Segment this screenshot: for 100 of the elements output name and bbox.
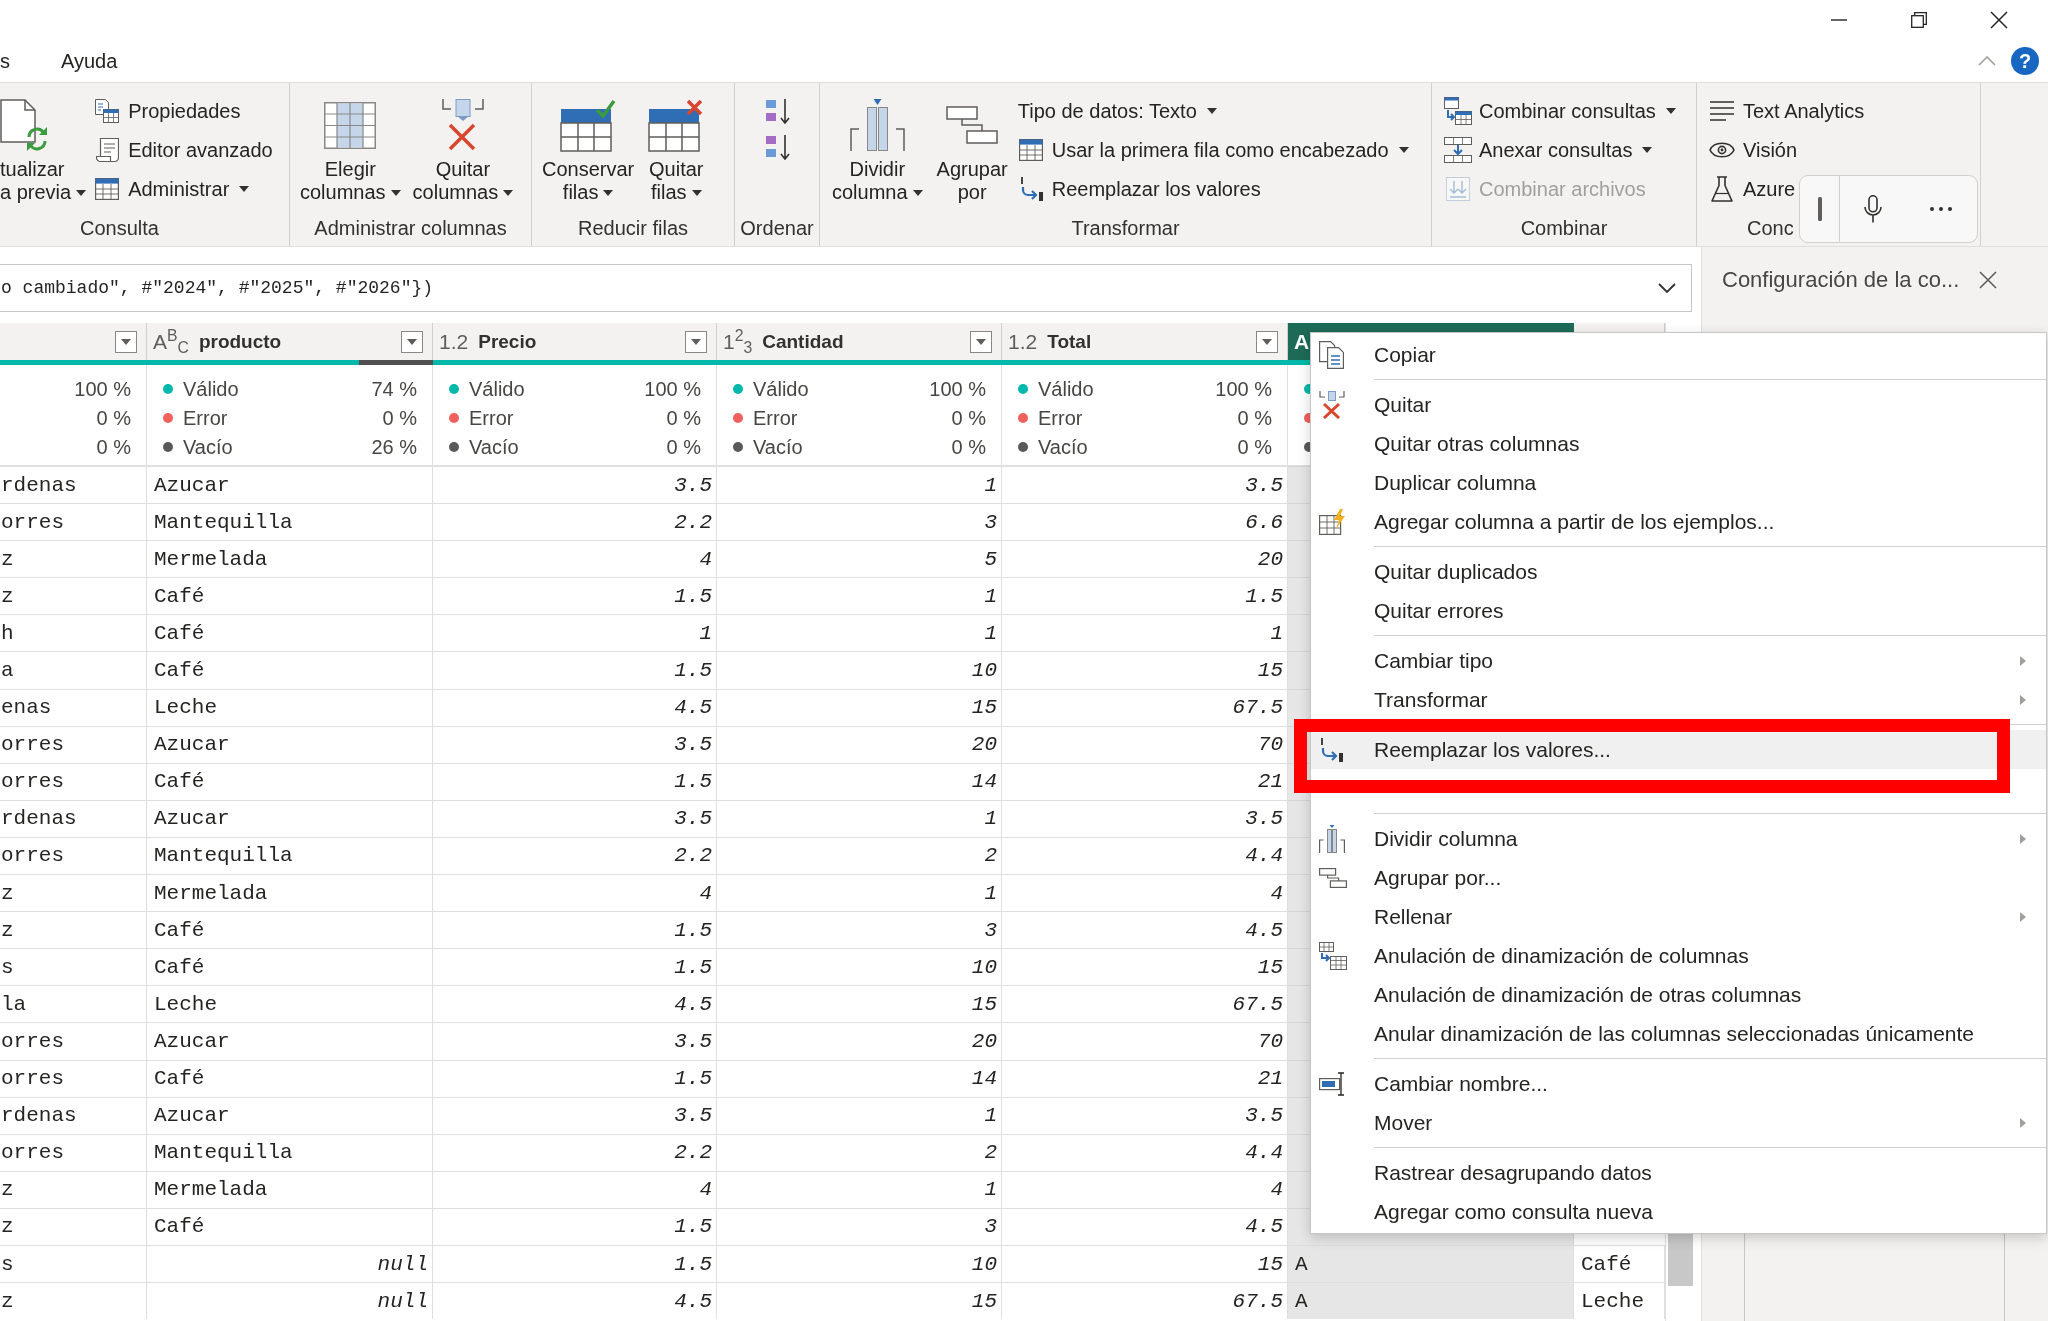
text-lines-icon — [1710, 100, 1734, 121]
menu-item[interactable]: Rastrear desagrupando datos — [1311, 1153, 2046, 1192]
table-cell: 3.5 — [1002, 1096, 1288, 1134]
table-cell: Mantequilla — [147, 503, 433, 541]
table-icon — [95, 177, 120, 200]
table-cell: 3.5 — [433, 1096, 717, 1134]
table-cell: 10 — [717, 1244, 1002, 1283]
ribbon-button[interactable]: Propiedades — [92, 91, 241, 130]
table-cell: Café — [147, 614, 433, 652]
table-cell: 20 — [717, 725, 1002, 763]
menu-item[interactable]: Agregar como consulta nueva — [1311, 1192, 2046, 1231]
column-name: Precio — [478, 332, 537, 351]
menu-item[interactable]: Anulación de dinamización de columnas — [1311, 936, 2046, 975]
table-cell: Café — [147, 762, 433, 800]
column-header[interactable]: 1.2 Total — [1002, 323, 1288, 360]
formula-field[interactable]: o cambiado", #"2024", #"2025", #"2026"}) — [0, 264, 1692, 312]
stat-value: 0 % — [382, 407, 417, 428]
menu-item[interactable]: Mover — [1311, 1103, 2046, 1142]
menu-item[interactable]: Anulación de dinamización de otras columnas — [1311, 975, 2046, 1014]
ribbon-button[interactable]: Anexar consultas — [1443, 130, 1655, 169]
ribbon-button[interactable]: Conservar filas — [536, 91, 641, 204]
table-cell: Café — [147, 1059, 433, 1097]
ribbon-button[interactable]: tualizar a previa — [0, 91, 93, 204]
table-cell: 4.4 — [1002, 836, 1288, 875]
menu-item[interactable]: Cambiar tipo — [1311, 641, 2046, 680]
caret-down-icon — [976, 338, 986, 345]
ribbon-button[interactable]: Agrupar por — [930, 91, 1014, 204]
table-icon — [1018, 138, 1043, 161]
column-header[interactable]: 1$^{2}$$_{3}$ Cantidad — [717, 323, 1002, 360]
menu-item[interactable]: Reemplazar los valores... — [1311, 730, 2046, 769]
table-cell: z — [0, 911, 147, 949]
ribbon-button[interactable]: Azure — [1707, 169, 1796, 208]
stat-value: 100 % — [644, 378, 701, 399]
curved-arrow-icon — [1319, 737, 1343, 762]
table-cell: z — [0, 1170, 147, 1208]
table-cell: Mantequilla — [147, 1133, 433, 1171]
column-type-label: A — [1294, 331, 1310, 352]
menu-tab[interactable]: Ayuda — [47, 41, 132, 81]
table-cell: 70 — [1002, 1022, 1288, 1060]
column-filter-button[interactable] — [685, 330, 707, 353]
column-header[interactable] — [0, 323, 147, 360]
menu-item[interactable]: Quitar errores — [1311, 591, 2046, 630]
menu-item[interactable]: Agregar columna a partir de los ejemplos... — [1311, 502, 2046, 541]
stat-label: Vacío — [1038, 436, 1088, 457]
menu-item[interactable]: Quitar duplicados — [1311, 552, 2046, 591]
table-cell: 1.5 — [433, 1207, 717, 1245]
table-cell: 4 — [433, 540, 717, 578]
menu-item[interactable]: Transformar — [1311, 680, 2046, 719]
copy-icon — [1319, 340, 1344, 369]
ribbon-button[interactable]: Text Analytics — [1707, 91, 1865, 130]
ribbon-button[interactable]: Usar la primera fila como encabezado — [1015, 130, 1411, 169]
menu-item[interactable]: Copiar — [1311, 335, 2046, 374]
menu-item[interactable]: Duplicar columna — [1311, 463, 2046, 502]
column-filter-button[interactable] — [1256, 330, 1278, 353]
table-cell: 1.5 — [433, 1244, 717, 1283]
ribbon-button[interactable]: Visión — [1707, 130, 1798, 169]
column-filter-button[interactable] — [115, 330, 137, 353]
column-header[interactable]: 1.2 Precio — [433, 323, 717, 360]
table-cell: 4 — [433, 874, 717, 912]
stat-value: 0 % — [1237, 407, 1272, 428]
ribbon-button[interactable]: Dividir columna — [826, 91, 929, 204]
table-cell: 14 — [717, 1059, 1002, 1097]
sort-ascending-icon — [765, 98, 791, 124]
stat-label: Válido — [469, 378, 525, 399]
menu-tab[interactable]: s — [0, 41, 24, 81]
ribbon-button[interactable]: Elegir columnas — [294, 91, 407, 204]
column-filter-button[interactable] — [401, 330, 423, 353]
ribbon-button[interactable]: Tipo de datos: Texto — [1015, 91, 1219, 130]
menu-item[interactable]: Dividir columna — [1311, 819, 2046, 858]
ribbon-button[interactable]: Combinar consultas — [1443, 91, 1678, 130]
ribbon-button[interactable]: Editor avanzado — [92, 130, 273, 169]
column-remove-icon — [1319, 390, 1345, 419]
scrollbar-thumb[interactable] — [1667, 1233, 1693, 1286]
menu-item[interactable]: Quitar otras columnas — [1311, 424, 2046, 463]
close-pane-button[interactable] — [1978, 270, 1998, 290]
menu-item[interactable]: Anular dinamización de las columnas seleccionadas únicamente — [1311, 1014, 2046, 1053]
column-filter-button[interactable] — [970, 330, 992, 353]
ribbon-button[interactable]: Reemplazar los valores — [1015, 169, 1261, 208]
document-refresh-icon — [0, 99, 48, 151]
ribbon-button[interactable]: Quitar columnas — [406, 91, 520, 204]
table-cell: 21 — [1002, 762, 1288, 800]
table-cell: a — [0, 651, 147, 689]
ribbon-button[interactable]: Quitar filas — [642, 91, 711, 204]
table-cell: 3.5 — [433, 799, 717, 837]
column-header[interactable]: A$^{B}$$_{C}$ producto — [147, 323, 433, 360]
table-cell: 2 — [717, 1133, 1002, 1171]
column-name: producto — [198, 332, 282, 351]
menu-item[interactable]: Agrupar por... — [1311, 858, 2046, 897]
table-cell: null — [147, 1244, 433, 1283]
ribbon-button[interactable]: Administrar — [92, 169, 252, 208]
table-cell: 10 — [717, 948, 1002, 986]
menu-item[interactable]: Cambiar nombre... — [1311, 1064, 2046, 1103]
help-button[interactable]: ? — [2011, 47, 2039, 75]
menu-item[interactable]: Rellenar — [1311, 897, 2046, 936]
table-cell: 21 — [1002, 1059, 1288, 1097]
table-cell: A — [1288, 1282, 1574, 1320]
table-cell: Leche — [147, 985, 433, 1023]
table-cell: A — [1288, 1244, 1574, 1283]
menu-item[interactable]: Quitar — [1311, 385, 2046, 424]
table-remove-icon — [648, 98, 705, 152]
